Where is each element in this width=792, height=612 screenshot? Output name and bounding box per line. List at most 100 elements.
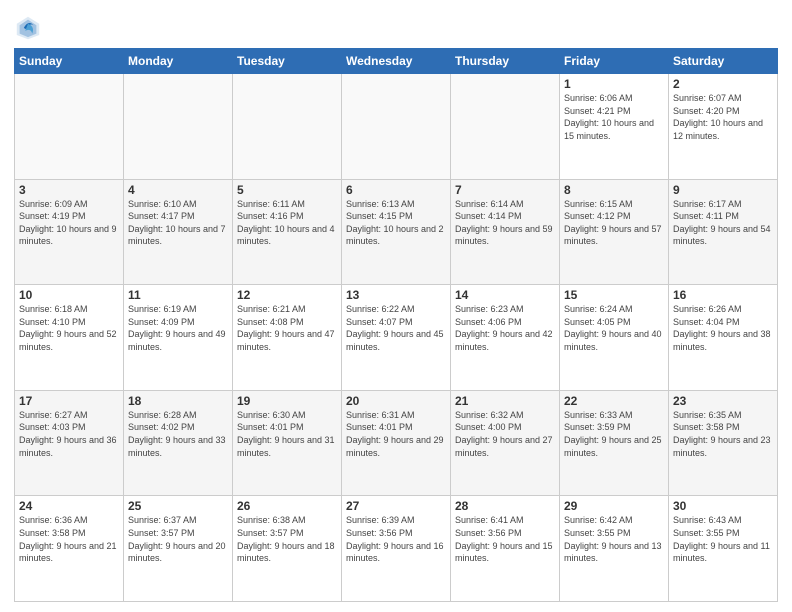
calendar-cell: 23Sunrise: 6:35 AM Sunset: 3:58 PM Dayli… (669, 390, 778, 496)
calendar-cell: 22Sunrise: 6:33 AM Sunset: 3:59 PM Dayli… (560, 390, 669, 496)
weekday-header-saturday: Saturday (669, 49, 778, 74)
day-number: 3 (19, 183, 119, 197)
day-number: 19 (237, 394, 337, 408)
day-number: 28 (455, 499, 555, 513)
calendar-cell (15, 74, 124, 180)
day-number: 16 (673, 288, 773, 302)
day-info: Sunrise: 6:35 AM Sunset: 3:58 PM Dayligh… (673, 409, 773, 459)
day-info: Sunrise: 6:09 AM Sunset: 4:19 PM Dayligh… (19, 198, 119, 248)
calendar-cell (342, 74, 451, 180)
header (14, 10, 778, 42)
calendar-cell: 13Sunrise: 6:22 AM Sunset: 4:07 PM Dayli… (342, 285, 451, 391)
calendar-cell: 11Sunrise: 6:19 AM Sunset: 4:09 PM Dayli… (124, 285, 233, 391)
day-number: 4 (128, 183, 228, 197)
day-info: Sunrise: 6:07 AM Sunset: 4:20 PM Dayligh… (673, 92, 773, 142)
day-info: Sunrise: 6:13 AM Sunset: 4:15 PM Dayligh… (346, 198, 446, 248)
weekday-header-wednesday: Wednesday (342, 49, 451, 74)
day-info: Sunrise: 6:21 AM Sunset: 4:08 PM Dayligh… (237, 303, 337, 353)
calendar-cell: 1Sunrise: 6:06 AM Sunset: 4:21 PM Daylig… (560, 74, 669, 180)
calendar-table: SundayMondayTuesdayWednesdayThursdayFrid… (14, 48, 778, 602)
weekday-header-thursday: Thursday (451, 49, 560, 74)
calendar-cell: 16Sunrise: 6:26 AM Sunset: 4:04 PM Dayli… (669, 285, 778, 391)
day-info: Sunrise: 6:18 AM Sunset: 4:10 PM Dayligh… (19, 303, 119, 353)
day-number: 22 (564, 394, 664, 408)
calendar-cell: 3Sunrise: 6:09 AM Sunset: 4:19 PM Daylig… (15, 179, 124, 285)
calendar-cell (124, 74, 233, 180)
day-info: Sunrise: 6:11 AM Sunset: 4:16 PM Dayligh… (237, 198, 337, 248)
page: SundayMondayTuesdayWednesdayThursdayFrid… (0, 0, 792, 612)
day-info: Sunrise: 6:41 AM Sunset: 3:56 PM Dayligh… (455, 514, 555, 564)
calendar-cell: 19Sunrise: 6:30 AM Sunset: 4:01 PM Dayli… (233, 390, 342, 496)
calendar-cell: 12Sunrise: 6:21 AM Sunset: 4:08 PM Dayli… (233, 285, 342, 391)
day-number: 17 (19, 394, 119, 408)
day-info: Sunrise: 6:06 AM Sunset: 4:21 PM Dayligh… (564, 92, 664, 142)
weekday-header-sunday: Sunday (15, 49, 124, 74)
day-info: Sunrise: 6:14 AM Sunset: 4:14 PM Dayligh… (455, 198, 555, 248)
weekday-header-friday: Friday (560, 49, 669, 74)
day-number: 30 (673, 499, 773, 513)
day-info: Sunrise: 6:28 AM Sunset: 4:02 PM Dayligh… (128, 409, 228, 459)
day-number: 23 (673, 394, 773, 408)
day-number: 21 (455, 394, 555, 408)
calendar-cell: 24Sunrise: 6:36 AM Sunset: 3:58 PM Dayli… (15, 496, 124, 602)
day-info: Sunrise: 6:39 AM Sunset: 3:56 PM Dayligh… (346, 514, 446, 564)
calendar-cell: 27Sunrise: 6:39 AM Sunset: 3:56 PM Dayli… (342, 496, 451, 602)
day-info: Sunrise: 6:10 AM Sunset: 4:17 PM Dayligh… (128, 198, 228, 248)
day-number: 10 (19, 288, 119, 302)
calendar-week-4: 17Sunrise: 6:27 AM Sunset: 4:03 PM Dayli… (15, 390, 778, 496)
day-info: Sunrise: 6:38 AM Sunset: 3:57 PM Dayligh… (237, 514, 337, 564)
day-info: Sunrise: 6:32 AM Sunset: 4:00 PM Dayligh… (455, 409, 555, 459)
day-number: 8 (564, 183, 664, 197)
day-info: Sunrise: 6:22 AM Sunset: 4:07 PM Dayligh… (346, 303, 446, 353)
day-info: Sunrise: 6:43 AM Sunset: 3:55 PM Dayligh… (673, 514, 773, 564)
day-number: 1 (564, 77, 664, 91)
weekday-header-tuesday: Tuesday (233, 49, 342, 74)
calendar-cell: 30Sunrise: 6:43 AM Sunset: 3:55 PM Dayli… (669, 496, 778, 602)
day-info: Sunrise: 6:37 AM Sunset: 3:57 PM Dayligh… (128, 514, 228, 564)
calendar-cell: 20Sunrise: 6:31 AM Sunset: 4:01 PM Dayli… (342, 390, 451, 496)
calendar-cell (233, 74, 342, 180)
day-number: 11 (128, 288, 228, 302)
calendar-cell: 15Sunrise: 6:24 AM Sunset: 4:05 PM Dayli… (560, 285, 669, 391)
calendar-cell: 21Sunrise: 6:32 AM Sunset: 4:00 PM Dayli… (451, 390, 560, 496)
day-number: 15 (564, 288, 664, 302)
calendar-cell: 29Sunrise: 6:42 AM Sunset: 3:55 PM Dayli… (560, 496, 669, 602)
calendar-cell: 26Sunrise: 6:38 AM Sunset: 3:57 PM Dayli… (233, 496, 342, 602)
logo-icon (14, 14, 42, 42)
day-number: 26 (237, 499, 337, 513)
calendar-cell: 8Sunrise: 6:15 AM Sunset: 4:12 PM Daylig… (560, 179, 669, 285)
day-info: Sunrise: 6:24 AM Sunset: 4:05 PM Dayligh… (564, 303, 664, 353)
day-info: Sunrise: 6:31 AM Sunset: 4:01 PM Dayligh… (346, 409, 446, 459)
calendar-cell: 28Sunrise: 6:41 AM Sunset: 3:56 PM Dayli… (451, 496, 560, 602)
calendar-cell: 17Sunrise: 6:27 AM Sunset: 4:03 PM Dayli… (15, 390, 124, 496)
day-info: Sunrise: 6:23 AM Sunset: 4:06 PM Dayligh… (455, 303, 555, 353)
day-info: Sunrise: 6:36 AM Sunset: 3:58 PM Dayligh… (19, 514, 119, 564)
calendar-cell: 5Sunrise: 6:11 AM Sunset: 4:16 PM Daylig… (233, 179, 342, 285)
calendar-week-3: 10Sunrise: 6:18 AM Sunset: 4:10 PM Dayli… (15, 285, 778, 391)
day-number: 7 (455, 183, 555, 197)
day-number: 6 (346, 183, 446, 197)
calendar-week-2: 3Sunrise: 6:09 AM Sunset: 4:19 PM Daylig… (15, 179, 778, 285)
day-number: 18 (128, 394, 228, 408)
day-number: 25 (128, 499, 228, 513)
calendar-cell (451, 74, 560, 180)
day-number: 5 (237, 183, 337, 197)
calendar-cell: 2Sunrise: 6:07 AM Sunset: 4:20 PM Daylig… (669, 74, 778, 180)
day-number: 14 (455, 288, 555, 302)
calendar-cell: 18Sunrise: 6:28 AM Sunset: 4:02 PM Dayli… (124, 390, 233, 496)
day-number: 12 (237, 288, 337, 302)
day-number: 9 (673, 183, 773, 197)
calendar-cell: 9Sunrise: 6:17 AM Sunset: 4:11 PM Daylig… (669, 179, 778, 285)
calendar-cell: 25Sunrise: 6:37 AM Sunset: 3:57 PM Dayli… (124, 496, 233, 602)
day-number: 20 (346, 394, 446, 408)
day-info: Sunrise: 6:42 AM Sunset: 3:55 PM Dayligh… (564, 514, 664, 564)
day-info: Sunrise: 6:17 AM Sunset: 4:11 PM Dayligh… (673, 198, 773, 248)
day-number: 24 (19, 499, 119, 513)
weekday-header-row: SundayMondayTuesdayWednesdayThursdayFrid… (15, 49, 778, 74)
weekday-header-monday: Monday (124, 49, 233, 74)
calendar-cell: 10Sunrise: 6:18 AM Sunset: 4:10 PM Dayli… (15, 285, 124, 391)
day-info: Sunrise: 6:15 AM Sunset: 4:12 PM Dayligh… (564, 198, 664, 248)
day-number: 27 (346, 499, 446, 513)
logo (14, 14, 44, 42)
calendar-week-5: 24Sunrise: 6:36 AM Sunset: 3:58 PM Dayli… (15, 496, 778, 602)
